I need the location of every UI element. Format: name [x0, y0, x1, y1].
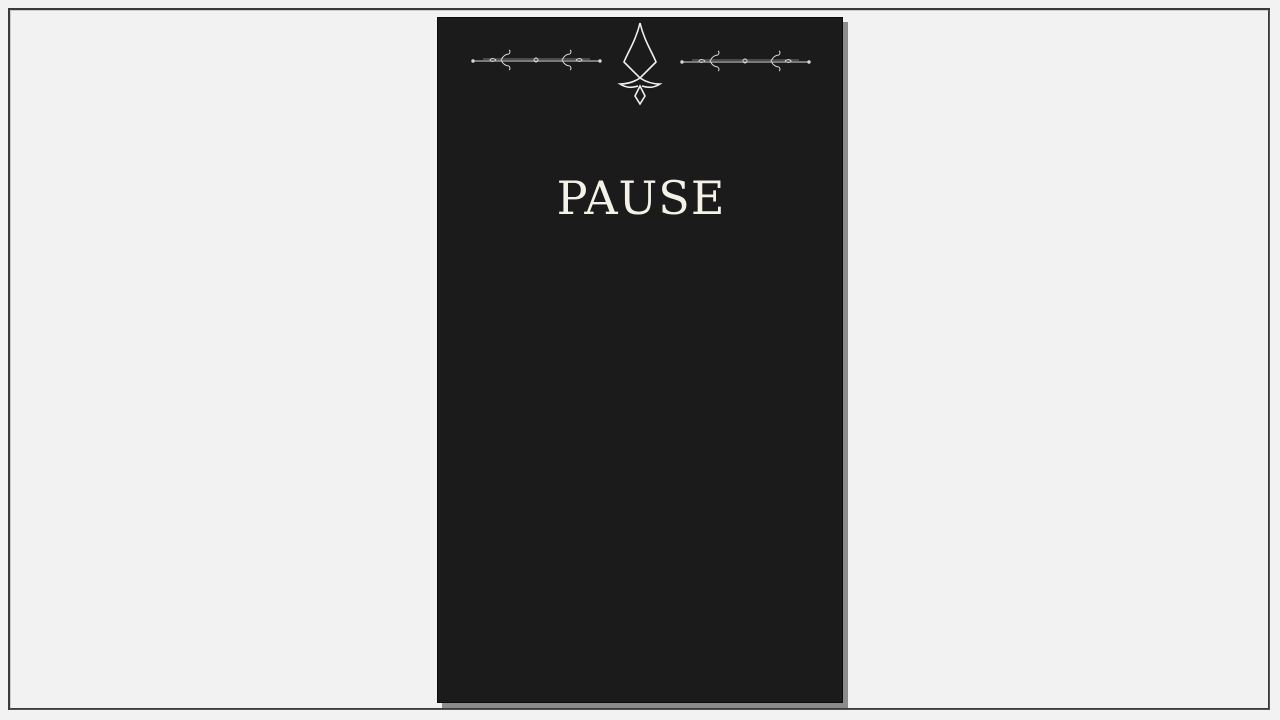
ornament-header: [471, 22, 811, 106]
right-flourish-icon: [680, 50, 811, 72]
fleur-ornament-icon: [617, 22, 663, 106]
pause-panel: PAUSE: [437, 17, 843, 703]
left-flourish-icon: [471, 49, 602, 71]
pause-title: PAUSE: [556, 171, 726, 225]
